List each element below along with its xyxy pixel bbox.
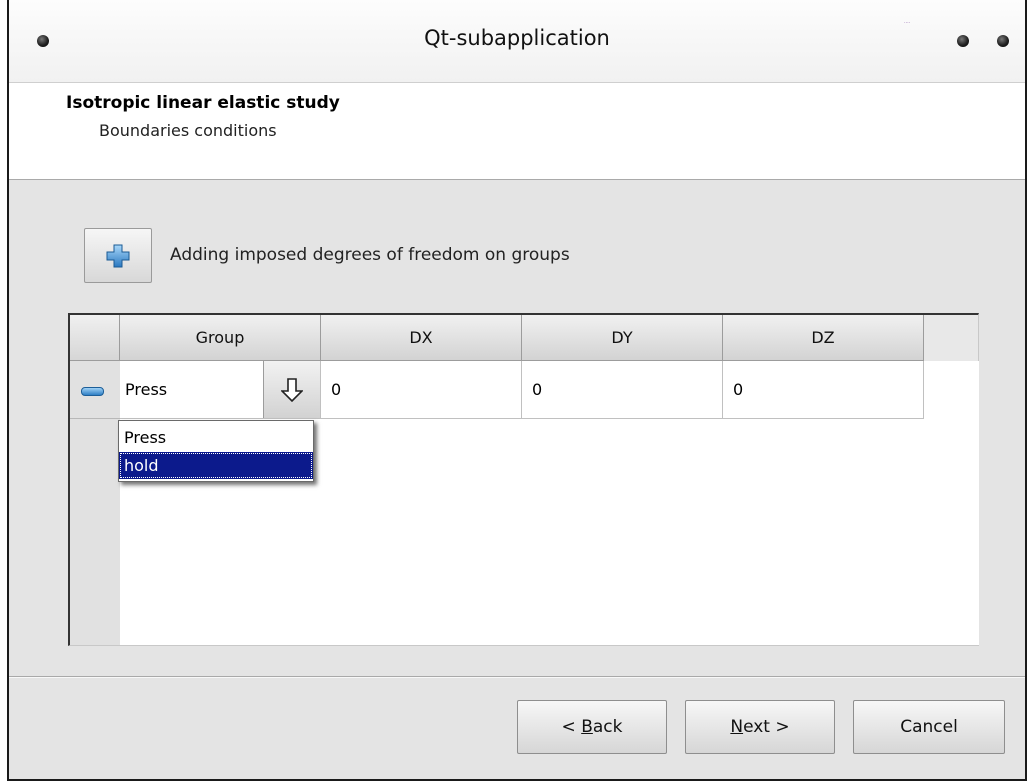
back-button-prefix: < [561,717,582,737]
wizard-header: Isotropic linear elastic study Boundarie… [9,83,1025,180]
column-header-dz[interactable]: DZ [723,315,924,361]
window-title: Qt-subapplication [424,26,610,50]
column-header-group[interactable]: Group [120,315,321,361]
dropdown-item-hold[interactable]: hold [119,452,313,479]
add-group-label: Adding imposed degrees of freedom on gro… [170,245,570,265]
cancel-button[interactable]: Cancel [853,700,1005,754]
minus-icon[interactable] [81,387,104,396]
next-button-mnemonic: N [730,717,744,737]
plus-icon [106,244,130,267]
back-button-rest: ack [592,717,623,737]
back-button[interactable]: < Back [517,700,667,754]
next-button-rest: ext > [743,717,790,737]
application-window: Qt-subapplication ···· Isotropic linear … [7,0,1027,781]
back-button-mnemonic: B [581,717,593,737]
close-icon[interactable] [997,35,1009,47]
title-corner-text: ···· [904,20,911,26]
page-subtitle: Boundaries conditions [99,121,277,140]
add-group-button[interactable] [84,228,152,283]
cell-dy[interactable]: 0 [522,361,723,419]
column-header-dx[interactable]: DX [321,315,522,361]
row-header [70,361,120,419]
group-dropdown-list: Press hold [118,420,314,482]
page-title: Isotropic linear elastic study [66,93,340,113]
column-header-dy[interactable]: DY [522,315,723,361]
dropdown-item-press[interactable]: Press [119,424,313,451]
group-combobox-value: Press [125,380,168,399]
minimize-icon[interactable] [957,35,969,47]
arrow-down-icon[interactable] [263,361,320,418]
footer-separator [9,676,1025,678]
title-bar[interactable]: Qt-subapplication ···· [9,0,1025,83]
group-combobox[interactable]: Press [120,361,321,419]
cell-dz[interactable]: 0 [723,361,924,419]
next-button[interactable]: Next > [685,700,835,754]
cell-dx[interactable]: 0 [321,361,522,419]
table-corner [70,315,120,361]
